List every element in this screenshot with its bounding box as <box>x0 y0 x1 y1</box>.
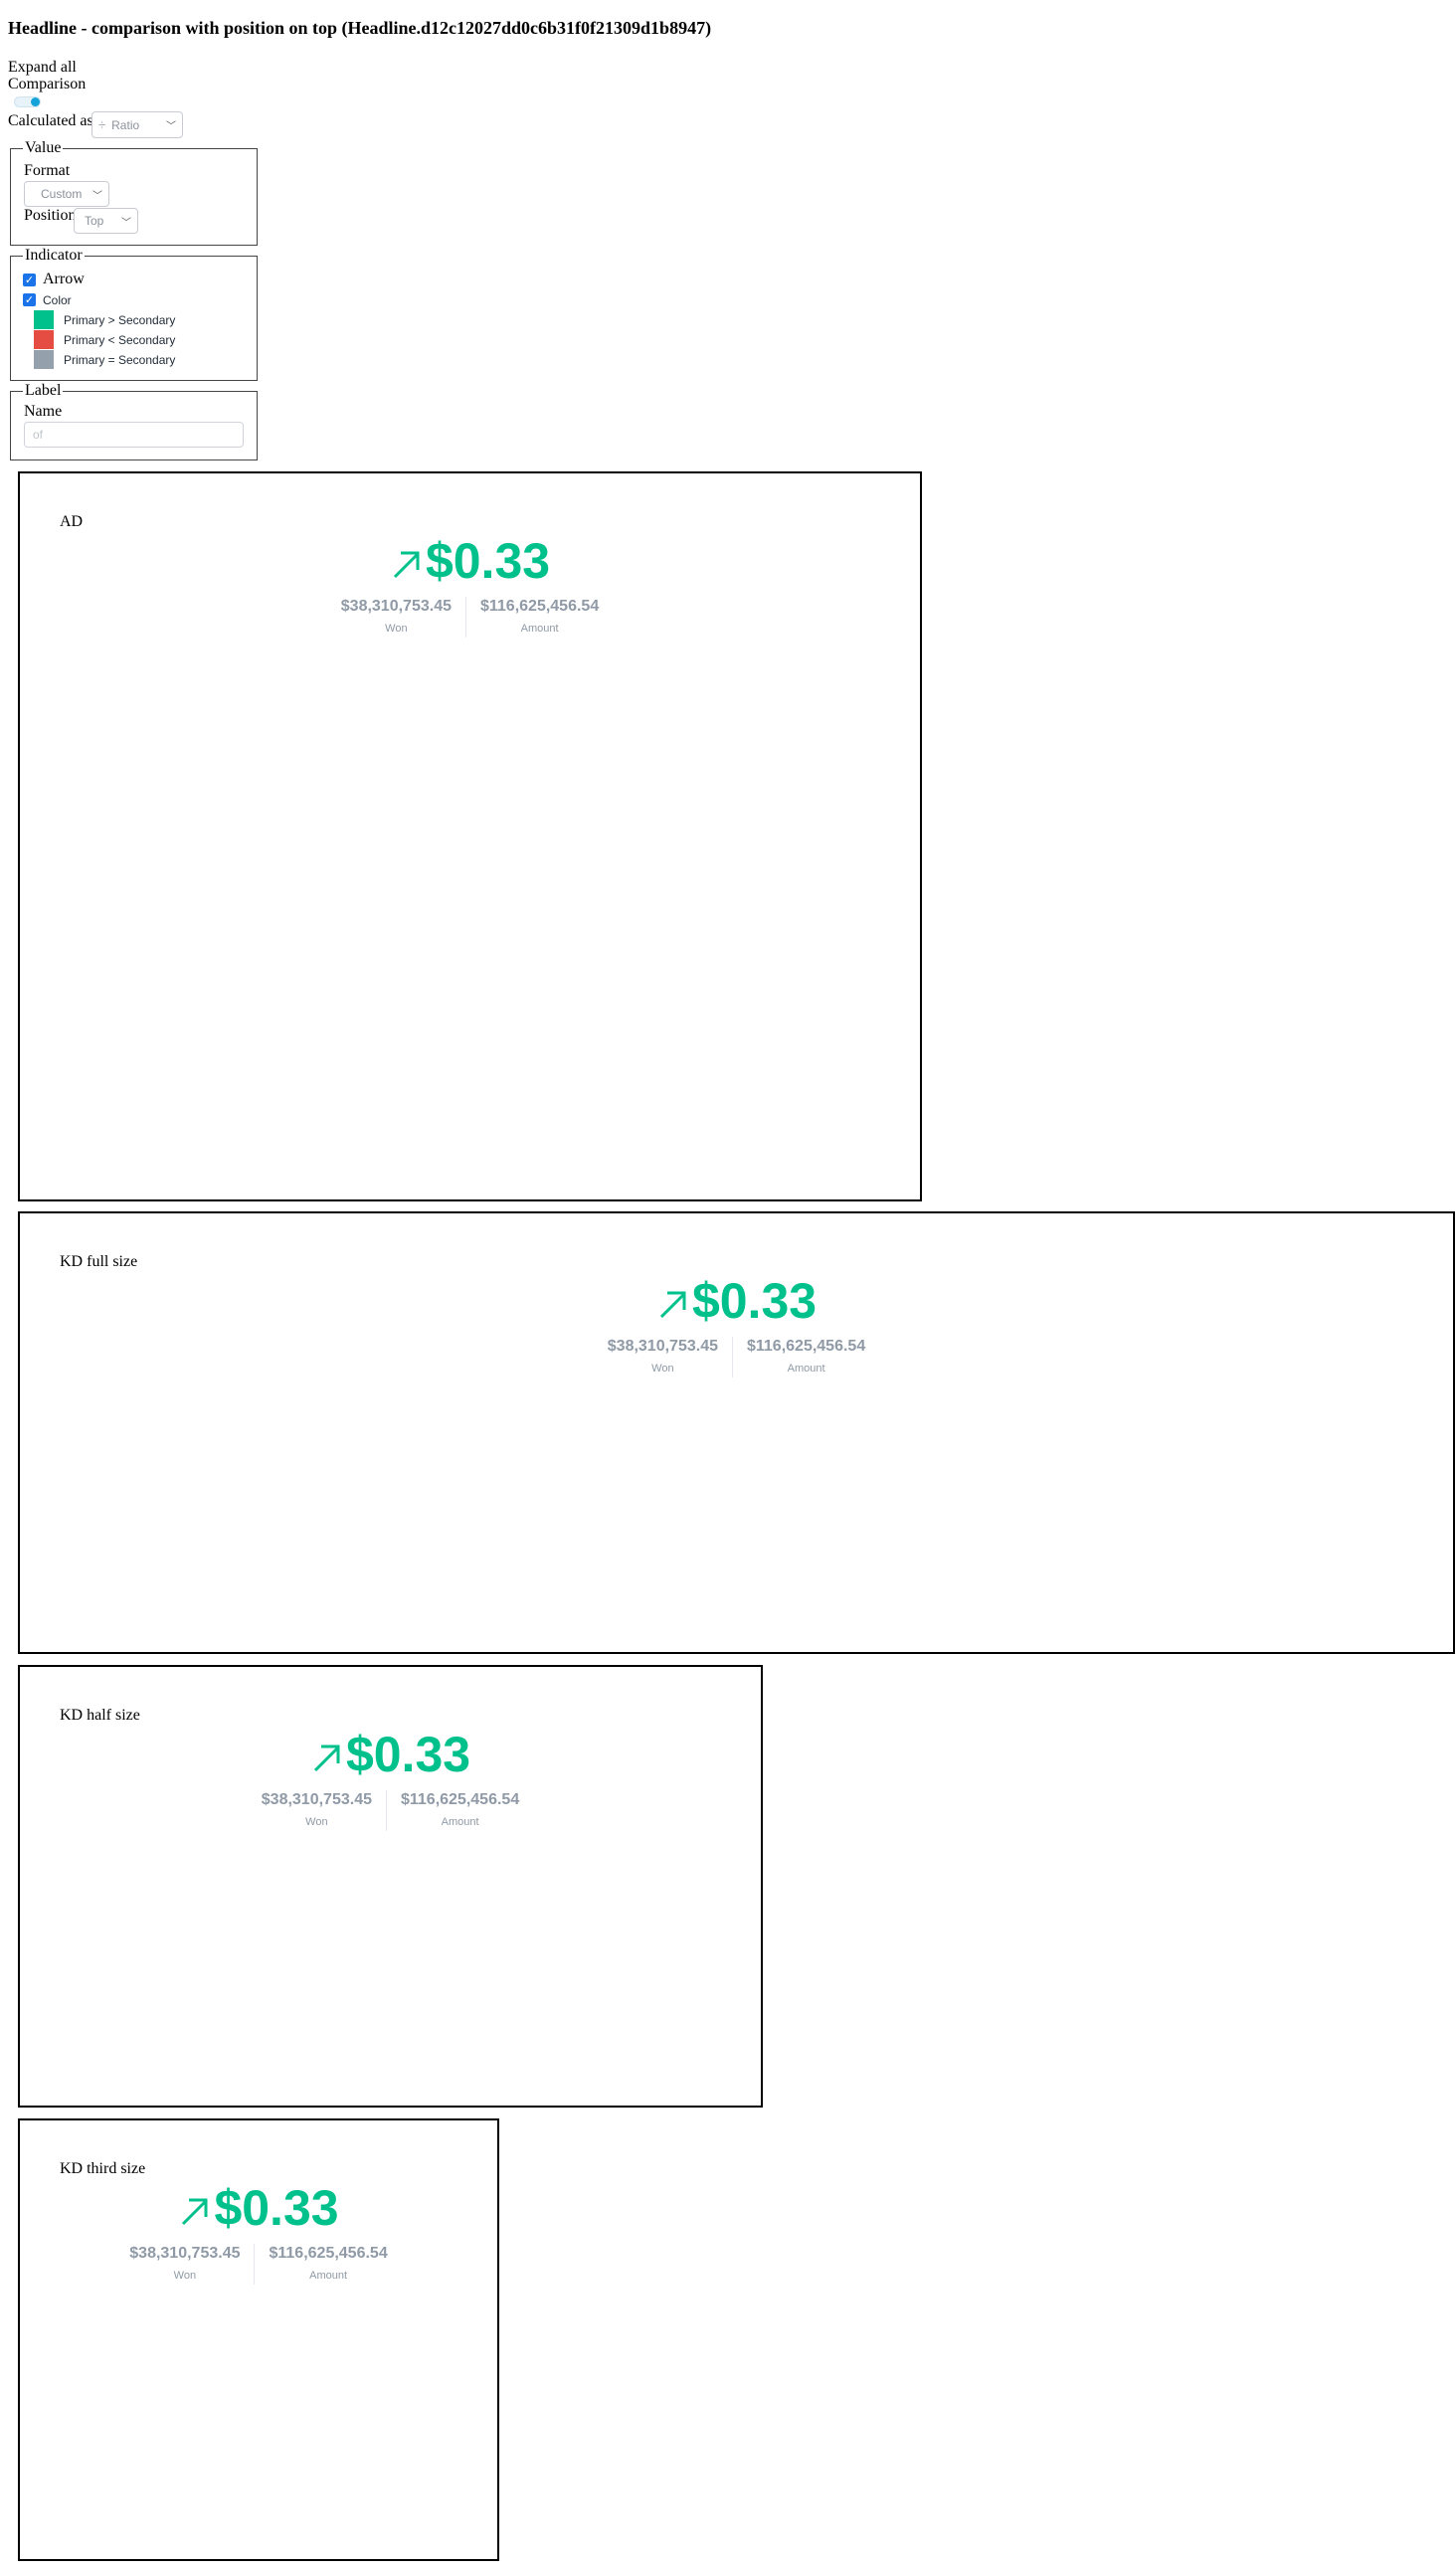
color-swatch-equal[interactable] <box>34 350 54 369</box>
headline: $0.33 $38,310,753.45 Won $116,625,456.54… <box>20 535 920 638</box>
primary-value: $0.33 <box>425 533 551 589</box>
amount-value: $116,625,456.54 <box>400 1791 520 1808</box>
position-value: Top <box>85 214 104 228</box>
headline-secondary: $38,310,753.45 Won $116,625,456.54 Amoun… <box>20 1337 1453 1378</box>
color-swatch-greater[interactable] <box>34 310 54 329</box>
format-value: Custom <box>41 187 83 201</box>
calculated-as-select[interactable]: ÷ Ratio ﹀ <box>91 111 183 138</box>
won-column: $38,310,753.45 Won <box>594 1337 732 1378</box>
primary-value: $0.33 <box>345 1727 471 1782</box>
amount-value: $116,625,456.54 <box>269 2245 388 2262</box>
format-label: Format <box>24 162 71 179</box>
panel-label: KD full size <box>60 1253 138 1270</box>
amount-value: $116,625,456.54 <box>746 1338 866 1355</box>
won-value: $38,310,753.45 <box>261 1791 372 1808</box>
amount-label: Amount <box>520 623 559 635</box>
arrow-checkbox[interactable]: ✓ <box>23 274 36 286</box>
headline-primary: $0.33 <box>178 2180 339 2236</box>
divide-icon: ÷ <box>98 117 106 132</box>
expand-all-link[interactable]: Expand all <box>8 59 77 77</box>
primary-value: $0.33 <box>691 1273 818 1329</box>
headline: $0.33 $38,310,753.45 Won $116,625,456.54… <box>20 1729 761 1831</box>
page-title: Headline - comparison with position on t… <box>8 18 712 38</box>
rule-label-greater: Primary > Secondary <box>64 313 176 327</box>
calculated-as-label: Calculated as <box>8 112 93 129</box>
primary-value: $0.33 <box>214 2180 339 2236</box>
headline-secondary: $38,310,753.45 Won $116,625,456.54 Amoun… <box>20 1790 761 1831</box>
amount-label: Amount <box>309 2270 348 2282</box>
name-label: Name <box>24 403 63 420</box>
amount-value: $116,625,456.54 <box>479 598 600 615</box>
comparison-toggle[interactable] <box>14 96 41 107</box>
won-label: Won <box>305 1816 328 1828</box>
panel-kd-third: KD third size $0.33 $38,310,753.45 Won $… <box>18 2118 499 2561</box>
amount-column: $116,625,456.54 Amount <box>254 2244 401 2285</box>
panel-label: KD half size <box>60 1707 140 1724</box>
chevron-down-icon: ﹀ <box>92 190 102 202</box>
won-value: $38,310,753.45 <box>129 2245 241 2262</box>
chevron-down-icon: ﹀ <box>166 121 176 132</box>
arrow-up-right-icon <box>313 1745 340 1772</box>
amount-label: Amount <box>787 1363 825 1375</box>
color-swatch-less[interactable] <box>34 330 54 349</box>
toggle-knob <box>31 97 40 106</box>
won-label: Won <box>651 1363 674 1375</box>
headline: $0.33 $38,310,753.45 Won $116,625,456.54… <box>20 2182 497 2285</box>
won-column: $38,310,753.45 Won <box>248 1790 386 1831</box>
amount-column: $116,625,456.54 Amount <box>731 1337 879 1378</box>
headline: $0.33 $38,310,753.45 Won $116,625,456.54… <box>20 1275 1453 1378</box>
rule-label-equal: Primary = Secondary <box>64 353 176 367</box>
arrow-label: Arrow <box>43 271 85 287</box>
headline-primary: $0.33 <box>310 1729 470 1780</box>
won-label: Won <box>385 623 408 635</box>
won-column: $38,310,753.45 Won <box>115 2244 254 2285</box>
position-select[interactable]: Top ﹀ <box>74 208 138 234</box>
amount-column: $116,625,456.54 Amount <box>385 1790 533 1831</box>
won-value: $38,310,753.45 <box>607 1338 718 1355</box>
name-input[interactable] <box>24 422 244 448</box>
arrow-up-right-icon <box>182 2198 208 2226</box>
rule-label-less: Primary < Secondary <box>64 333 176 347</box>
indicator-legend: Indicator <box>25 247 83 264</box>
headline-secondary: $38,310,753.45 Won $116,625,456.54 Amoun… <box>20 2244 497 2285</box>
color-checkbox[interactable]: ✓ <box>23 293 36 306</box>
panel-kd-full: KD full size $0.33 $38,310,753.45 Won $1… <box>18 1211 1455 1654</box>
format-select[interactable]: Custom ﹀ <box>24 181 109 207</box>
won-column: $38,310,753.45 Won <box>327 597 465 638</box>
position-label: Position <box>24 207 77 224</box>
chevron-down-icon: ﹀ <box>121 217 131 229</box>
won-label: Won <box>173 2270 197 2282</box>
won-value: $38,310,753.45 <box>340 598 452 615</box>
headline-secondary: $38,310,753.45 Won $116,625,456.54 Amoun… <box>20 597 920 638</box>
headline-primary: $0.33 <box>656 1275 817 1327</box>
value-legend: Value <box>25 139 62 156</box>
color-label: Color <box>43 293 72 307</box>
arrow-up-right-icon <box>393 551 420 579</box>
amount-column: $116,625,456.54 Amount <box>464 597 613 638</box>
comparison-label: Comparison <box>8 76 87 92</box>
headline-primary: $0.33 <box>390 535 550 587</box>
arrow-up-right-icon <box>659 1291 686 1319</box>
panel-label: AD <box>60 513 84 530</box>
panel-label: KD third size <box>60 2160 146 2177</box>
panel-ad: AD $0.33 $38,310,753.45 Won $116,625,456… <box>18 471 922 1201</box>
calculated-as-value: Ratio <box>111 117 140 132</box>
label-legend: Label <box>25 382 62 399</box>
amount-label: Amount <box>441 1816 479 1828</box>
panel-kd-half: KD half size $0.33 $38,310,753.45 Won $1… <box>18 1665 763 2108</box>
